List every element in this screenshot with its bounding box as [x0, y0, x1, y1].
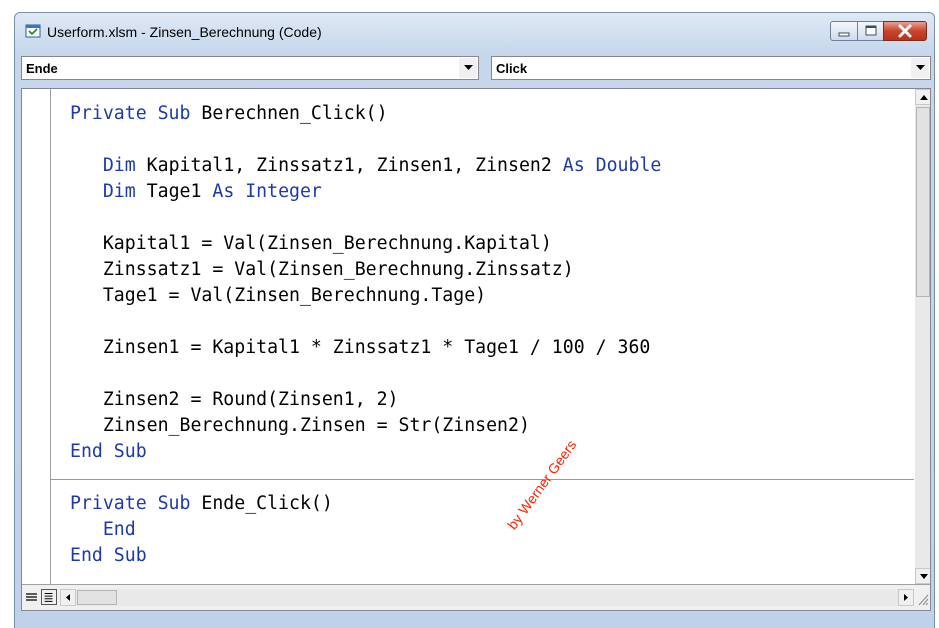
code-text: Zinsen2 = Round(Zinsen1, 2) [70, 389, 399, 410]
code-line[interactable]: Dim Tage1 As Integer [70, 179, 322, 205]
minimize-icon [838, 32, 850, 37]
arrow-up-icon [920, 95, 928, 100]
code-text: Berechnen_Click() [190, 103, 388, 124]
close-button[interactable] [883, 21, 927, 41]
combo-row: Ende Click [21, 56, 931, 84]
object-dropdown-button[interactable] [459, 58, 477, 78]
code-text: Ende_Click() [190, 493, 333, 514]
code-text: Tage1 [135, 181, 213, 202]
object-dropdown-value: Ende [26, 61, 58, 76]
procedure-dropdown[interactable]: Click [491, 56, 931, 80]
object-dropdown[interactable]: Ende [21, 56, 479, 80]
code-line[interactable]: End Sub [70, 439, 147, 465]
scroll-left-button[interactable] [60, 589, 76, 606]
scroll-up-button[interactable] [915, 89, 930, 105]
arrow-left-icon [66, 594, 70, 601]
arrow-down-icon [920, 574, 928, 579]
resize-grip-icon[interactable] [915, 589, 929, 606]
minimize-button[interactable] [830, 21, 858, 41]
code-line[interactable]: Zinsen2 = Round(Zinsen1, 2) [70, 387, 399, 413]
code-line[interactable]: Private Sub Ende_Click() [70, 491, 333, 517]
scroll-right-button[interactable] [898, 589, 914, 606]
code-line[interactable]: Zinssatz1 = Val(Zinsen_Berechnung.Zinssa… [70, 257, 574, 283]
vertical-scroll-thumb[interactable] [916, 107, 930, 297]
procedure-separator [50, 479, 914, 480]
procedure-dropdown-value: Click [496, 61, 528, 76]
arrow-right-icon [904, 594, 908, 601]
maximize-icon [865, 25, 877, 36]
code-keyword: End Sub [70, 545, 147, 566]
scroll-down-button[interactable] [915, 568, 930, 584]
code-keyword: Private Sub [70, 493, 191, 514]
code-line[interactable]: Private Sub Berechnen_Click() [70, 101, 388, 127]
maximize-button[interactable] [857, 21, 884, 41]
bottom-toolbar [22, 584, 930, 610]
code-keyword: As Double [562, 155, 662, 176]
code-text: Kapital1 = Val(Zinsen_Berechnung.Kapital… [70, 233, 552, 254]
code-text: Kapital1, Zinssatz1, Zinsen1, Zinsen2 [135, 155, 563, 176]
code-line[interactable]: End Sub [70, 543, 147, 569]
title-bar[interactable]: Userform.xlsm - Zinsen_Berechnung (Code) [15, 13, 934, 51]
code-keyword: End Sub [70, 441, 147, 462]
code-window: Userform.xlsm - Zinsen_Berechnung (Code)… [14, 12, 935, 628]
code-pane[interactable]: Private Sub Berechnen_Click() Dim Kapita… [21, 88, 931, 611]
code-line[interactable]: Zinsen_Berechnung.Zinsen = Str(Zinsen2) [70, 413, 530, 439]
close-icon [898, 24, 912, 38]
code-text: Zinsen_Berechnung.Zinsen = Str(Zinsen2) [70, 415, 530, 436]
procedure-view-icon[interactable] [24, 589, 40, 605]
horizontal-scroll-thumb[interactable] [77, 590, 117, 605]
code-text: Zinsen1 = Kapital1 * Zinssatz1 * Tage1 /… [70, 337, 651, 358]
procedure-dropdown-button[interactable] [911, 58, 929, 78]
full-module-view-icon[interactable] [41, 589, 57, 605]
vba-module-icon [25, 24, 41, 38]
code-line[interactable]: Kapital1 = Val(Zinsen_Berechnung.Kapital… [70, 231, 552, 257]
margin-indicator-bar[interactable] [22, 89, 51, 584]
chevron-down-icon [916, 65, 925, 70]
chevron-down-icon [464, 65, 473, 70]
code-keyword: Private Sub [70, 103, 191, 124]
code-line[interactable]: Tage1 = Val(Zinsen_Berechnung.Tage) [70, 283, 486, 309]
code-line[interactable]: Zinsen1 = Kapital1 * Zinssatz1 * Tage1 /… [70, 335, 651, 361]
code-keyword: Dim [102, 155, 136, 176]
window-title: Userform.xlsm - Zinsen_Berechnung (Code) [47, 24, 322, 40]
code-text: Zinssatz1 = Val(Zinsen_Berechnung.Zinssa… [70, 259, 574, 280]
code-line[interactable]: Dim Kapital1, Zinssatz1, Zinsen1, Zinsen… [70, 153, 661, 179]
vertical-scrollbar[interactable] [915, 89, 930, 584]
code-text: Tage1 = Val(Zinsen_Berechnung.Tage) [70, 285, 487, 306]
code-keyword: As Integer [212, 181, 322, 202]
code-keyword: End [102, 519, 136, 540]
code-line[interactable]: End [70, 517, 136, 543]
code-keyword: Dim [102, 181, 136, 202]
horizontal-scrollbar[interactable] [60, 589, 914, 606]
